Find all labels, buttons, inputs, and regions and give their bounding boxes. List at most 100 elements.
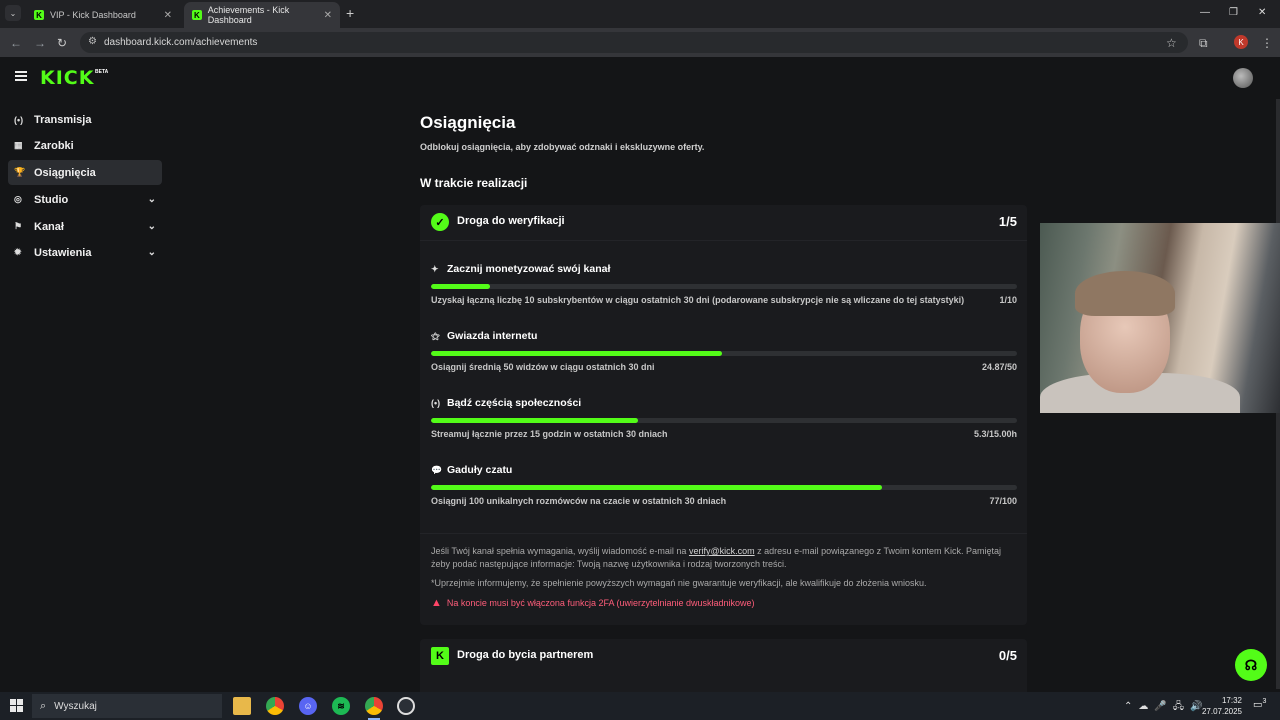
sidebar-item-label: Ustawienia bbox=[34, 246, 92, 259]
kick-logo[interactable]: KICK bbox=[40, 67, 94, 89]
back-arrow-icon[interactable]: ← bbox=[10, 36, 22, 50]
goal-progress-fill bbox=[431, 418, 639, 423]
goal-progress-fill bbox=[431, 351, 723, 356]
system-tray-icons[interactable]: ⌃☁🎤🖧🔊 bbox=[1124, 699, 1208, 716]
sidebar-item-kanal[interactable]: ⚑ Kanał ⌄ bbox=[8, 214, 162, 239]
search-placeholder: Wyszukaj bbox=[54, 700, 97, 712]
goal-progress-fill bbox=[431, 485, 883, 490]
minimize-icon[interactable]: — bbox=[1200, 7, 1210, 18]
extensions-icon[interactable]: ⧉ bbox=[1199, 36, 1208, 51]
taskbar-search[interactable]: ⌕ Wyszukaj bbox=[32, 694, 222, 718]
goal-progress-bar bbox=[431, 418, 1017, 423]
goal-title: Gaduły czatu bbox=[447, 464, 513, 476]
sidebar-item-label: Kanał bbox=[34, 220, 64, 233]
tab-title: Achievements - Kick Dashboard bbox=[207, 5, 290, 25]
sidebar-item-ustawienia[interactable]: ✹ Ustawienia ⌄ bbox=[8, 240, 162, 265]
bookmark-star-icon[interactable]: ☆ bbox=[1166, 36, 1177, 50]
support-chat-button[interactable]: ☊ bbox=[1235, 649, 1267, 681]
browser-tab-bar: ⌄ K VIP - Kick Dashboard ✕ K Achievement… bbox=[0, 0, 1280, 28]
sidebar-item-label: Osiągnięcia bbox=[34, 166, 96, 179]
card-title: Droga do bycia partnerem bbox=[457, 649, 594, 661]
verify-email-link[interactable]: verify@kick.com bbox=[689, 546, 755, 556]
forward-arrow-icon[interactable]: → bbox=[34, 36, 46, 50]
tab-close-icon[interactable]: ✕ bbox=[164, 10, 172, 21]
twofa-warning: ▲ Na koncie musi być włączona funkcja 2F… bbox=[431, 597, 755, 609]
beta-badge: BETA bbox=[95, 69, 109, 75]
restore-icon[interactable]: ❐ bbox=[1229, 7, 1238, 18]
chrome-icon[interactable] bbox=[266, 697, 284, 715]
sidebar-item-transmisja[interactable]: (•) Transmisja bbox=[8, 107, 162, 132]
taskbar-clock[interactable]: 17:32 27.07.2025 bbox=[1200, 695, 1242, 717]
goal-value: 24.87/50 bbox=[981, 362, 1017, 372]
sidebar-item-studio[interactable]: ◎ Studio ⌄ bbox=[8, 187, 162, 212]
windows-start-icon[interactable] bbox=[10, 699, 23, 712]
broadcast-icon: (•) bbox=[14, 114, 24, 125]
achievement-card-partner: K Droga do bycia partnerem 0/5 bbox=[420, 639, 1027, 692]
clock-date: 27.07.2025 bbox=[1201, 707, 1242, 716]
kick-logo-icon: K bbox=[431, 647, 449, 665]
achievement-card-verification: ✓ Droga do weryfikacji 1/5 ✦ Zacznij mone… bbox=[420, 205, 1027, 625]
site-info-icon[interactable]: ⚙ bbox=[88, 36, 97, 47]
discord-icon[interactable]: ☺ bbox=[299, 697, 317, 715]
verified-badge-icon: ✓ bbox=[431, 213, 449, 231]
tab-close-icon[interactable]: ✕ bbox=[324, 10, 332, 21]
obs-icon[interactable] bbox=[397, 697, 415, 715]
tab-vip-dashboard[interactable]: K VIP - Kick Dashboard ✕ bbox=[26, 2, 180, 28]
window-close-icon[interactable]: ✕ bbox=[1258, 7, 1266, 18]
warning-triangle-icon: ▲ bbox=[431, 597, 442, 609]
chevron-down-icon[interactable]: ⌄ bbox=[148, 221, 156, 232]
chevron-down-icon[interactable]: ⌄ bbox=[148, 194, 156, 205]
verification-info: Jeśli Twój kanał spełnia wymagania, wyśl… bbox=[431, 545, 1017, 571]
page-subtitle: Odblokuj osiągnięcia, aby zdobywać odzna… bbox=[420, 142, 705, 152]
notification-icon[interactable]: ▭3 bbox=[1253, 698, 1266, 710]
divider bbox=[420, 533, 1027, 534]
user-avatar[interactable] bbox=[1233, 68, 1253, 88]
menu-hamburger-icon[interactable] bbox=[15, 71, 27, 83]
address-bar[interactable]: ⚙ dashboard.kick.com/achievements bbox=[80, 32, 1188, 53]
notification-count: 3 bbox=[1262, 698, 1267, 705]
clock-time: 17:32 bbox=[1221, 696, 1242, 705]
tab-title: VIP - Kick Dashboard bbox=[50, 10, 136, 20]
goal-title: Gwiazda internetu bbox=[447, 330, 538, 342]
goal-progress-bar bbox=[431, 351, 1017, 356]
earnings-icon: ▦ bbox=[14, 140, 23, 150]
card-header[interactable]: ✓ Droga do weryfikacji 1/5 bbox=[420, 205, 1027, 241]
kick-favicon-icon: K bbox=[34, 10, 44, 20]
new-tab-plus-icon[interactable]: + bbox=[346, 5, 354, 21]
goal-title: Zacznij monetyzować swój kanał bbox=[447, 263, 611, 275]
warning-text: Na koncie musi być włączona funkcja 2FA … bbox=[446, 598, 755, 608]
sidebar-item-label: Zarobki bbox=[34, 139, 74, 152]
profile-avatar-icon[interactable]: K bbox=[1234, 35, 1248, 49]
url-text[interactable]: dashboard.kick.com/achievements bbox=[104, 37, 257, 48]
goal-description: Osiągnij 100 unikalnych rozmówców na cza… bbox=[431, 496, 727, 506]
card-progress-count: 1/5 bbox=[998, 214, 1017, 229]
spotify-icon[interactable]: ≋ bbox=[332, 697, 350, 715]
goal-progress-bar bbox=[431, 485, 1017, 490]
goal-value: 1/10 bbox=[999, 295, 1017, 305]
tab-search-chevron-icon[interactable]: ⌄ bbox=[5, 5, 21, 21]
goal-value: 77/100 bbox=[989, 496, 1017, 506]
search-icon: ⌕ bbox=[40, 699, 47, 712]
chevron-down-icon[interactable]: ⌄ bbox=[148, 247, 156, 258]
webcam-overlay bbox=[1040, 223, 1280, 413]
chat-icon: 💬 bbox=[431, 465, 443, 475]
tab-achievements-dashboard[interactable]: K Achievements - Kick Dashboard ✕ bbox=[184, 2, 340, 28]
browser-toolbar: ← → ↻ ⚙ dashboard.kick.com/achievements … bbox=[0, 28, 1280, 57]
sidebar-item-label: Transmisja bbox=[34, 113, 92, 126]
kick-favicon-icon: K bbox=[192, 10, 202, 20]
sparkle-icon: ✦ bbox=[431, 264, 439, 274]
goal-progress-fill bbox=[431, 284, 490, 289]
reload-icon[interactable]: ↻ bbox=[57, 36, 67, 50]
goal-title: Bądź częścią społeczności bbox=[447, 397, 582, 409]
browser-menu-icon[interactable]: ⋮ bbox=[1261, 36, 1273, 50]
goal-description: Uzyskaj łączną liczbę 10 subskrybentów w… bbox=[431, 295, 965, 305]
studio-icon: ◎ bbox=[14, 194, 22, 204]
card-header[interactable]: K Droga do bycia partnerem 0/5 bbox=[420, 639, 1027, 675]
section-heading: W trakcie realizacji bbox=[420, 176, 528, 190]
sidebar-item-zarobki[interactable]: ▦ Zarobki bbox=[8, 133, 162, 158]
chrome-active-icon[interactable] bbox=[365, 697, 383, 720]
card-progress-count: 0/5 bbox=[998, 648, 1017, 663]
sidebar-item-osiagniecia[interactable]: 🏆 Osiągnięcia bbox=[8, 160, 162, 185]
file-explorer-icon[interactable] bbox=[233, 697, 251, 715]
goal-progress-bar bbox=[431, 284, 1017, 289]
